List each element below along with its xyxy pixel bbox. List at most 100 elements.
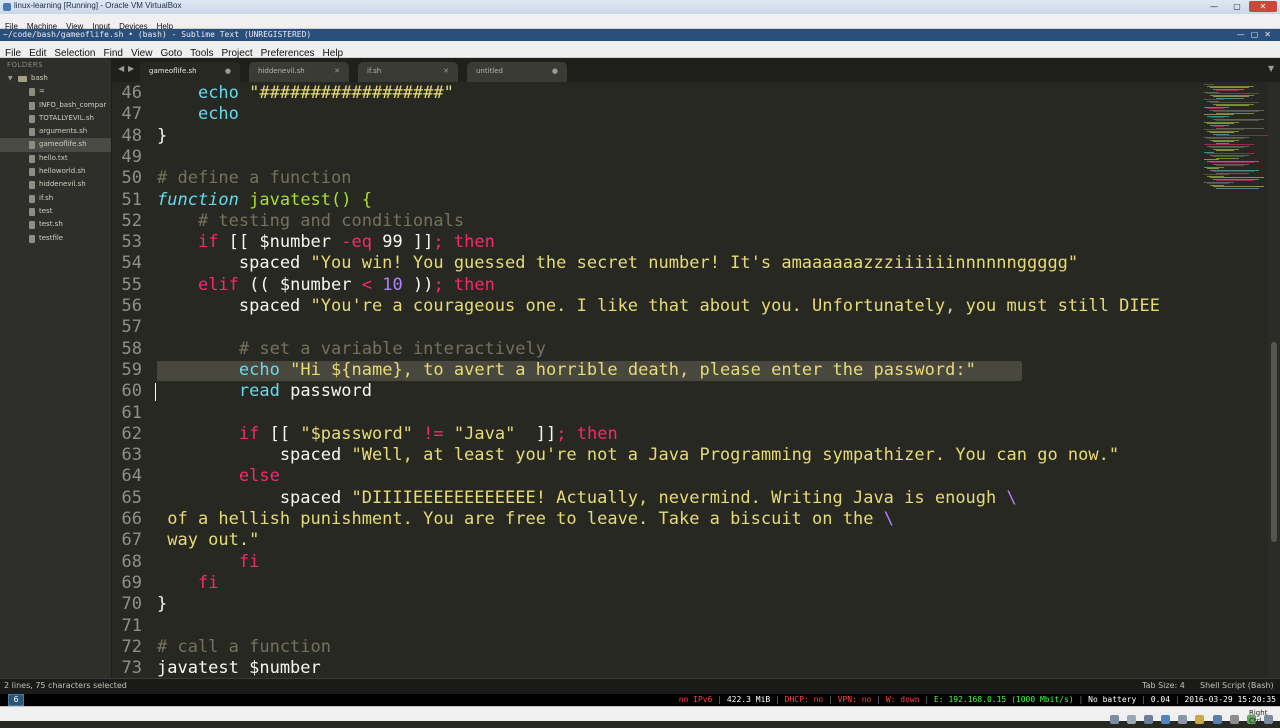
- line-number[interactable]: 55: [112, 275, 142, 296]
- code-text[interactable]: fi: [157, 552, 259, 573]
- code-text[interactable]: spaced "DIIIIEEEEEEEEEEEE! Actually, nev…: [157, 488, 1017, 509]
- code-line[interactable]: 59 echo "Hi ${name}, to avert a horrible…: [112, 360, 1200, 381]
- line-number[interactable]: 49: [112, 147, 142, 168]
- sidebar-file-item[interactable]: helloworld.sh: [0, 165, 111, 178]
- code-line[interactable]: 58 # set a variable interactively: [112, 339, 1200, 360]
- code-line[interactable]: 49: [112, 147, 1200, 168]
- line-number[interactable]: 53: [112, 232, 142, 253]
- line-number[interactable]: 63: [112, 445, 142, 466]
- code-text[interactable]: read password: [157, 381, 372, 402]
- line-number[interactable]: 58: [112, 339, 142, 360]
- line-number[interactable]: 72: [112, 637, 142, 658]
- sidebar-file-item[interactable]: INFO_bash_compar: [0, 99, 111, 112]
- code-line[interactable]: 57: [112, 317, 1200, 338]
- code-line[interactable]: 48}: [112, 126, 1200, 147]
- minimize-button[interactable]: —: [1203, 1, 1225, 12]
- disclosure-arrow-icon[interactable]: ▼: [8, 72, 13, 85]
- line-number[interactable]: 48: [112, 126, 142, 147]
- line-number[interactable]: 56: [112, 296, 142, 317]
- code-text[interactable]: of a hellish punishment. You are free to…: [157, 509, 894, 530]
- code-line[interactable]: 51 function javatest() {: [112, 190, 1200, 211]
- code-editor[interactable]: 46 echo "##################" 47 echo 48} 49…: [112, 82, 1200, 678]
- close-tab-icon[interactable]: ✕: [334, 67, 340, 75]
- folder-bash[interactable]: ▼ bash: [0, 72, 111, 85]
- code-text[interactable]: spaced "Well, at least you're not a Java…: [157, 445, 1119, 466]
- line-number[interactable]: 73: [112, 658, 142, 678]
- code-line[interactable]: 72 # call a function: [112, 637, 1200, 658]
- code-text[interactable]: }: [157, 126, 167, 147]
- sidebar-file-item[interactable]: test: [0, 205, 111, 218]
- code-line[interactable]: 50 # define a function: [112, 168, 1200, 189]
- maximize-button[interactable]: ▢: [1226, 1, 1248, 12]
- tab-overflow-icon[interactable]: ▼: [1268, 64, 1274, 73]
- unsaved-dot-icon[interactable]: ●: [225, 67, 231, 75]
- line-number[interactable]: 51: [112, 190, 142, 211]
- line-number[interactable]: 71: [112, 616, 142, 637]
- line-number[interactable]: 54: [112, 253, 142, 274]
- sidebar-file-item[interactable]: gameoflife.sh: [0, 138, 111, 152]
- code-line[interactable]: 68 fi: [112, 552, 1200, 573]
- line-number[interactable]: 60: [112, 381, 142, 402]
- code-text[interactable]: else: [157, 466, 280, 487]
- code-line[interactable]: 73 javatest $number: [112, 658, 1200, 678]
- syntax-indicator[interactable]: Shell Script (Bash): [1200, 681, 1274, 690]
- code-line[interactable]: 71: [112, 616, 1200, 637]
- line-number[interactable]: 47: [112, 104, 142, 125]
- code-text[interactable]: spaced "You win! You guessed the secret …: [157, 253, 1078, 274]
- editor-tab[interactable]: hiddenevil.sh ✕: [249, 62, 349, 82]
- code-text[interactable]: fi: [157, 573, 218, 594]
- line-number[interactable]: 52: [112, 211, 142, 232]
- editor-tab[interactable]: gameoflife.sh ●: [140, 62, 240, 82]
- sidebar-file-item[interactable]: TOTALLYEVIL.sh: [0, 112, 111, 125]
- sublime-window-controls[interactable]: —▢✕: [1237, 30, 1277, 39]
- code-text[interactable]: # set a variable interactively: [157, 339, 546, 360]
- line-number[interactable]: 61: [112, 403, 142, 424]
- sidebar-file-item[interactable]: if.sh: [0, 192, 111, 205]
- code-line[interactable]: 47 echo: [112, 104, 1200, 125]
- unsaved-dot-icon[interactable]: ●: [552, 67, 558, 75]
- sidebar-file-item[interactable]: hiddenevil.sh: [0, 178, 111, 191]
- close-tab-icon[interactable]: ✕: [443, 67, 449, 75]
- minimap[interactable]: [1200, 82, 1268, 678]
- line-number[interactable]: 62: [112, 424, 142, 445]
- line-number[interactable]: 59: [112, 360, 142, 381]
- line-number[interactable]: 66: [112, 509, 142, 530]
- line-number[interactable]: 69: [112, 573, 142, 594]
- line-number[interactable]: 50: [112, 168, 142, 189]
- code-text[interactable]: function javatest() {: [157, 190, 372, 211]
- code-line[interactable]: 54 spaced "You win! You guessed the secr…: [112, 253, 1200, 274]
- code-text[interactable]: echo "Hi ${name}, to avert a horrible de…: [157, 360, 976, 381]
- code-text[interactable]: # define a function: [157, 168, 351, 189]
- code-line[interactable]: 55 elif (( $number < 10 )); then: [112, 275, 1200, 296]
- close-button[interactable]: ✕: [1249, 1, 1277, 12]
- line-number[interactable]: 46: [112, 83, 142, 104]
- code-text[interactable]: # testing and conditionals: [157, 211, 464, 232]
- code-line[interactable]: 64 else: [112, 466, 1200, 487]
- tab-scroll-right-icon[interactable]: ▶: [128, 64, 134, 73]
- code-line[interactable]: 69 fi: [112, 573, 1200, 594]
- line-number[interactable]: 70: [112, 594, 142, 615]
- editor-tab[interactable]: if.sh ✕: [358, 62, 458, 82]
- line-number[interactable]: 67: [112, 530, 142, 551]
- sidebar-file-item[interactable]: arguments.sh: [0, 125, 111, 138]
- code-line[interactable]: 62 if [[ "$password" != "Java" ]]; then: [112, 424, 1200, 445]
- code-line[interactable]: 56 spaced "You're a courageous one. I li…: [112, 296, 1200, 317]
- sidebar-file-item[interactable]: =: [0, 85, 111, 98]
- code-line[interactable]: 66 of a hellish punishment. You are free…: [112, 509, 1200, 530]
- code-text[interactable]: elif (( $number < 10 )); then: [157, 275, 495, 296]
- tab-scroll-left-icon[interactable]: ◀: [118, 64, 124, 73]
- workspace-button[interactable]: 6: [8, 694, 24, 706]
- code-text[interactable]: }: [157, 594, 167, 615]
- code-line[interactable]: 52 # testing and conditionals: [112, 211, 1200, 232]
- code-line[interactable]: 60 read password: [112, 381, 1200, 402]
- code-text[interactable]: spaced "You're a courageous one. I like …: [157, 296, 1160, 317]
- code-line[interactable]: 67 way out.": [112, 530, 1200, 551]
- code-text[interactable]: if [[ "$password" != "Java" ]]; then: [157, 424, 618, 445]
- code-line[interactable]: 46 echo "##################": [112, 83, 1200, 104]
- code-line[interactable]: 63 spaced "Well, at least you're not a J…: [112, 445, 1200, 466]
- sidebar-file-item[interactable]: hello.txt: [0, 152, 111, 165]
- code-line[interactable]: 61: [112, 403, 1200, 424]
- sidebar-file-item[interactable]: test.sh: [0, 218, 111, 231]
- sidebar-file-item[interactable]: testfile: [0, 232, 111, 245]
- editor-tab[interactable]: untitled ●: [467, 62, 567, 82]
